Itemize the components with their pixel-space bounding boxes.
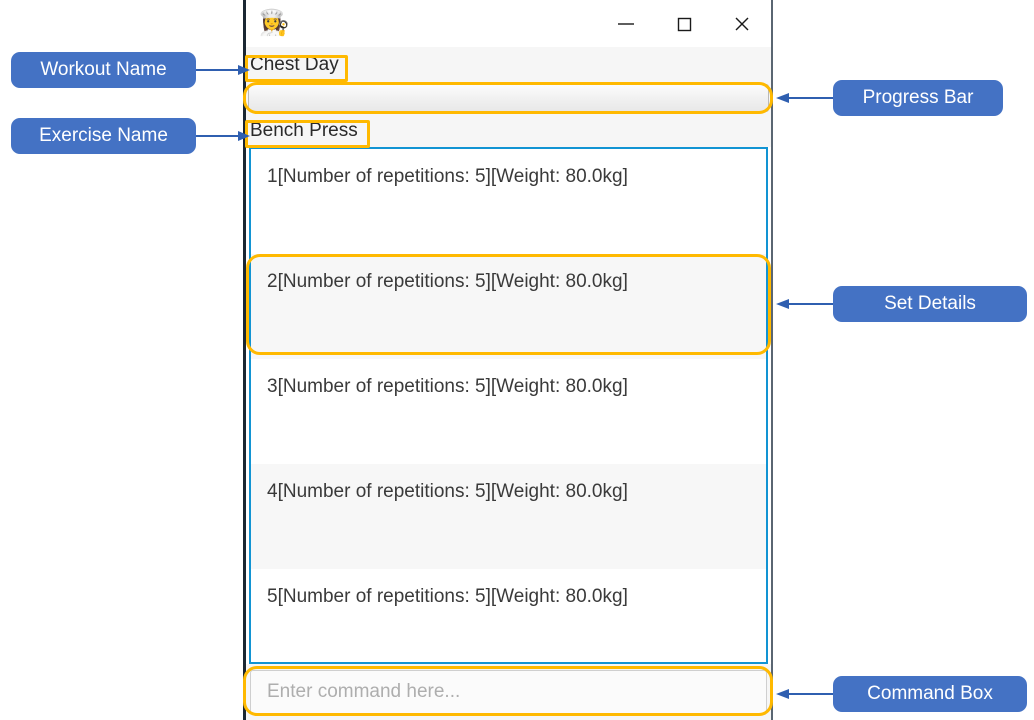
title-bar: 👩‍🍳: [246, 0, 771, 47]
workout-name-row: Chest Day: [246, 47, 771, 83]
list-item[interactable]: 4[Number of repetitions: 5][Weight: 80.0…: [251, 464, 766, 569]
list-item[interactable]: 1[Number of repetitions: 5][Weight: 80.0…: [251, 149, 766, 254]
list-item[interactable]: 3[Number of repetitions: 5][Weight: 80.0…: [251, 359, 766, 464]
callout-exercise-name: Exercise Name: [11, 118, 196, 154]
arrow-exercise-name: [194, 131, 250, 141]
command-box-row: Enter command here...: [246, 664, 771, 720]
arrow-workout-name: [194, 65, 250, 75]
arrow-progress-bar: [776, 93, 834, 103]
minimize-icon[interactable]: [597, 0, 655, 47]
set-list[interactable]: 1[Number of repetitions: 5][Weight: 80.0…: [249, 147, 768, 664]
app-chef-icon: 👩‍🍳: [258, 9, 290, 37]
close-icon[interactable]: [713, 0, 771, 47]
callout-command-box: Command Box: [833, 676, 1027, 712]
progress-bar-row: [246, 82, 771, 114]
workout-name-label: Chest Day: [250, 54, 339, 75]
list-item[interactable]: 2[Number of repetitions: 5][Weight: 80.0…: [251, 254, 766, 359]
arrow-command-box: [776, 689, 834, 699]
list-item[interactable]: 5[Number of repetitions: 5][Weight: 80.0…: [251, 569, 766, 662]
callout-set-details: Set Details: [833, 286, 1027, 322]
callout-workout-name: Workout Name: [11, 52, 196, 88]
command-input[interactable]: Enter command here...: [250, 669, 767, 715]
progress-bar: [248, 84, 769, 112]
application-window: 👩‍🍳 Chest Day: [243, 0, 773, 720]
window-controls: [597, 0, 771, 47]
arrow-set-details: [776, 299, 834, 309]
callout-progress-bar: Progress Bar: [833, 80, 1003, 116]
maximize-icon[interactable]: [655, 0, 713, 47]
screenshot-root: 👩‍🍳 Chest Day: [0, 0, 1034, 720]
exercise-name-row: Bench Press: [246, 114, 771, 147]
exercise-name-label: Bench Press: [250, 119, 358, 141]
